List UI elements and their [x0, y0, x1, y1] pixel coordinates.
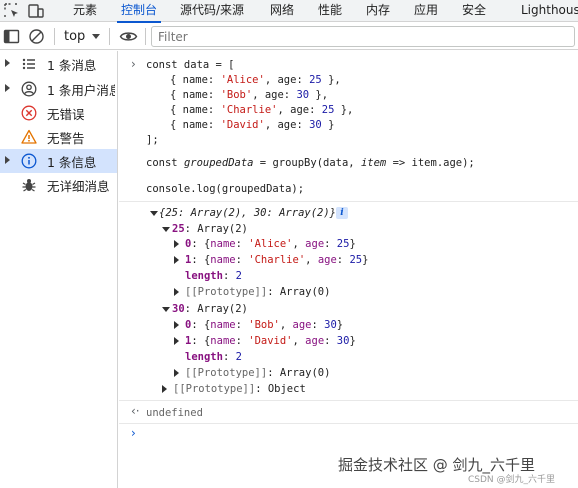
collapse-arrow-icon[interactable]	[150, 211, 158, 216]
context-selector[interactable]: top	[64, 27, 85, 46]
tab-lighthouse[interactable]: Lighthouse	[521, 0, 578, 22]
expand-arrow-icon[interactable]	[5, 59, 10, 67]
warning-icon	[21, 129, 37, 145]
sidebar-item-label: 1 条用户消息	[47, 83, 115, 98]
console-panel: › const data = [ { name: 'Alice', age: 2…	[119, 51, 578, 488]
tab-network[interactable]: 网络	[270, 0, 294, 22]
tree-row: length: 2	[185, 351, 242, 363]
input-chevron-icon[interactable]: ›	[131, 426, 136, 440]
input-chevron-icon: ›	[131, 57, 136, 71]
tree-row[interactable]: 0: {name: 'Bob', age: 30}	[185, 317, 343, 333]
expand-arrow-icon[interactable]	[5, 84, 10, 92]
code-line: const data = [	[146, 59, 235, 71]
code-line: { name: 'Bob', age: 30 },	[170, 89, 329, 101]
code-line: ];	[146, 134, 159, 146]
sidebar-item-label: 无错误	[47, 107, 85, 122]
device-toolbar-icon[interactable]	[27, 2, 45, 20]
code-line: { name: 'Charlie', age: 25 },	[170, 104, 354, 116]
expand-arrow-icon[interactable]	[174, 337, 179, 345]
error-icon	[21, 105, 37, 121]
bug-icon	[21, 177, 37, 193]
tree-row[interactable]: [[Prototype]]: Array(0)	[185, 365, 330, 381]
tree-row[interactable]: 30: Array(2)	[172, 301, 248, 317]
collapse-arrow-icon[interactable]	[162, 307, 170, 312]
sidebar-item-info[interactable]: 1 条信息	[0, 149, 117, 173]
tab-elements[interactable]: 元素	[73, 0, 97, 22]
tab-performance[interactable]: 性能	[318, 0, 342, 22]
info-badge-icon[interactable]: i	[336, 207, 348, 219]
filter-input[interactable]	[151, 26, 575, 47]
user-icon	[21, 81, 37, 97]
inspect-element-icon[interactable]	[3, 2, 21, 20]
return-value-arrow-icon: ‹·	[131, 404, 140, 418]
expand-arrow-icon[interactable]	[162, 385, 167, 393]
console-toolbar: top	[0, 23, 578, 50]
tree-row[interactable]: [[Prototype]]: Array(0)	[185, 284, 330, 300]
toolbar-divider	[145, 28, 146, 45]
tab-console[interactable]: 控制台	[116, 0, 162, 23]
tree-row[interactable]: [[Prototype]]: Object	[173, 381, 306, 397]
expand-arrow-icon[interactable]	[174, 288, 179, 296]
sidebar-item-messages[interactable]: 1 条消息	[0, 52, 117, 76]
console-sidebar: 1 条消息 1 条用户消息 无错误 无警告 1 条信息 无详细消息	[0, 51, 118, 488]
sidebar-item-user-messages[interactable]: 1 条用户消息	[0, 77, 117, 101]
collapse-arrow-icon[interactable]	[162, 227, 170, 232]
sidebar-item-label: 无详细消息	[47, 179, 110, 194]
sidebar-item-verbose[interactable]: 无详细消息	[0, 173, 117, 197]
expand-arrow-icon[interactable]	[174, 256, 179, 264]
sidebar-item-label: 1 条消息	[47, 58, 97, 73]
tree-row: length: 2	[185, 270, 242, 282]
tree-row[interactable]: 1: {name: 'David', age: 30}	[185, 333, 356, 349]
clear-console-icon[interactable]	[28, 28, 45, 45]
info-icon	[21, 153, 37, 169]
tab-sources[interactable]: 源代码/来源	[180, 0, 244, 22]
expand-arrow-icon[interactable]	[174, 240, 179, 248]
log-divider	[119, 400, 578, 401]
sidebar-toggle-icon[interactable]	[3, 28, 20, 45]
devtools-tabbar: 元素 控制台 源代码/来源 网络 性能 内存 应用 安全 Lighthouse	[0, 0, 578, 23]
tab-application[interactable]: 应用	[414, 0, 438, 22]
log-divider	[119, 423, 578, 424]
expand-arrow-icon[interactable]	[5, 156, 10, 164]
toolbar-divider	[54, 28, 55, 45]
toolbar-divider	[109, 28, 110, 45]
object-summary[interactable]: {25: Array(2), 30: Array(2)}	[159, 205, 336, 221]
tree-row[interactable]: 1: {name: 'Charlie', age: 25}	[185, 252, 368, 268]
tab-memory[interactable]: 内存	[366, 0, 390, 22]
tree-row[interactable]: 0: {name: 'Alice', age: 25}	[185, 236, 356, 252]
code-line: { name: 'Alice', age: 25 },	[170, 74, 341, 86]
sidebar-item-label: 1 条信息	[47, 155, 97, 170]
return-value: undefined	[146, 407, 203, 419]
code-line: const groupedData = groupBy(data, item =…	[146, 157, 475, 169]
tree-row[interactable]: 25: Array(2)	[172, 221, 248, 237]
sidebar-item-errors[interactable]: 无错误	[0, 101, 117, 125]
list-icon	[21, 56, 37, 72]
code-line: console.log(groupedData);	[146, 183, 305, 195]
log-divider	[119, 201, 578, 202]
expand-arrow-icon[interactable]	[174, 369, 179, 377]
sidebar-item-label: 无警告	[47, 131, 85, 146]
code-line: { name: 'David', age: 30 }	[170, 119, 335, 131]
chevron-down-icon[interactable]	[92, 34, 100, 39]
live-expression-eye-icon[interactable]	[119, 28, 138, 45]
tab-security[interactable]: 安全	[462, 0, 486, 22]
sidebar-item-warnings[interactable]: 无警告	[0, 125, 117, 149]
watermark-small: CSDN @剑九_六千里	[468, 475, 556, 485]
expand-arrow-icon[interactable]	[174, 321, 179, 329]
